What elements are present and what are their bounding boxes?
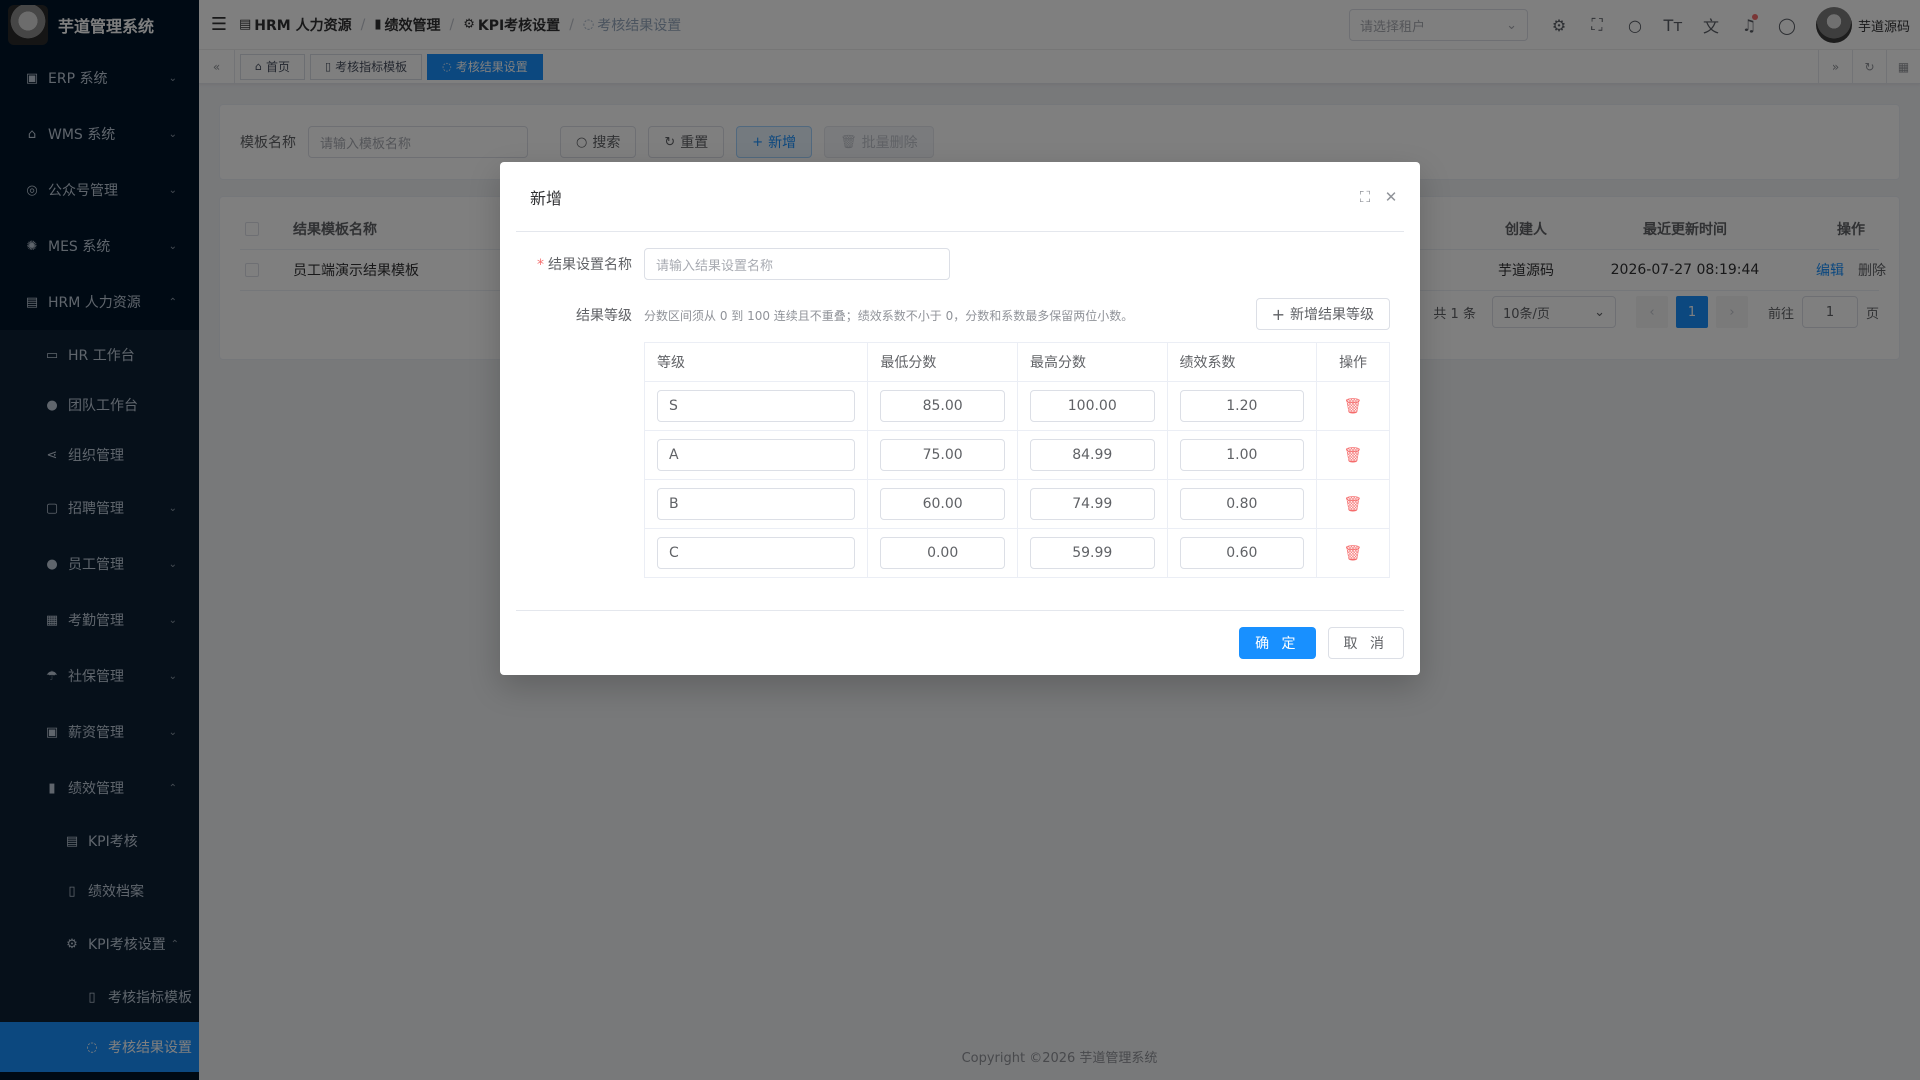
min-score-input[interactable]: 0.00 [880,537,1005,569]
header-coefficient: 绩效系数 [1167,343,1318,382]
coef-cell: 0.60 [1167,529,1318,578]
level-label: 结果等级 [576,308,632,324]
level-input[interactable]: C [657,537,856,569]
trash-icon[interactable]: 🗑 [1344,397,1363,415]
plus-icon: + [1271,304,1285,324]
button-label: 新增结果等级 [1290,307,1374,323]
close-icon[interactable]: ✕ [1378,188,1404,206]
level-cell: B [645,480,869,529]
op-cell: 🗑 [1317,382,1389,431]
min-cell: 85.00 [868,382,1018,431]
coef-cell: 1.20 [1167,382,1318,431]
min-cell: 60.00 [868,480,1018,529]
label-text: 结果设置名称 [548,257,632,273]
level-cell: A [645,431,869,480]
min-score-input[interactable]: 85.00 [880,390,1005,422]
max-cell: 74.99 [1017,480,1168,529]
header-op: 操作 [1317,343,1389,382]
result-name-input[interactable]: 请输入结果设置名称 [644,248,950,280]
input-placeholder: 请输入结果设置名称 [656,258,774,274]
level-form-row: 结果等级 分数区间须从 0 到 100 连续且不重叠；绩效系数不小于 0，分数和… [530,298,1390,332]
name-form-row: * 结果设置名称 请输入结果设置名称 [530,248,1390,280]
min-cell: 0.00 [868,529,1018,578]
coefficient-input[interactable]: 0.80 [1179,488,1305,520]
level-row: A 75.00 84.99 1.00 🗑 [645,431,1389,480]
add-level-button[interactable]: + 新增结果等级 [1255,298,1390,330]
confirm-button[interactable]: 确 定 [1239,627,1316,659]
max-score-input[interactable]: 59.99 [1029,537,1155,569]
coef-cell: 1.00 [1167,431,1318,480]
level-input[interactable]: A [657,439,856,471]
trash-icon[interactable]: 🗑 [1344,446,1363,464]
level-row: C 0.00 59.99 0.60 🗑 [645,529,1389,578]
max-score-input[interactable]: 100.00 [1029,390,1155,422]
coefficient-input[interactable]: 0.60 [1179,537,1305,569]
coef-cell: 0.80 [1167,480,1318,529]
dialog-footer: 确 定 取 消 [516,610,1404,675]
max-cell: 59.99 [1017,529,1168,578]
trash-icon[interactable]: 🗑 [1344,495,1363,513]
min-score-input[interactable]: 60.00 [880,488,1005,520]
trash-icon[interactable]: 🗑 [1344,544,1363,562]
level-row: S 85.00 100.00 1.20 🗑 [645,382,1389,431]
coefficient-input[interactable]: 1.00 [1179,439,1305,471]
min-cell: 75.00 [868,431,1018,480]
add-dialog: 新增 ⛶ ✕ * 结果设置名称 请输入结果设置名称 结果等级 分数区间须从 0 到… [500,162,1420,675]
level-hint: 分数区间须从 0 到 100 连续且不重叠；绩效系数不小于 0，分数和系数最多保… [644,308,1134,323]
max-score-input[interactable]: 84.99 [1029,439,1155,471]
min-score-input[interactable]: 75.00 [880,439,1005,471]
level-input[interactable]: B [657,488,856,520]
op-cell: 🗑 [1317,431,1389,480]
max-score-input[interactable]: 74.99 [1029,488,1155,520]
coefficient-input[interactable]: 1.20 [1179,390,1305,422]
header-min-score: 最低分数 [868,343,1018,382]
level-row: B 60.00 74.99 0.80 🗑 [645,480,1389,529]
dialog-title: 新增 [530,188,563,208]
header-level: 等级 [645,343,869,382]
level-cell: S [645,382,869,431]
level-cell: C [645,529,869,578]
dialog-body: * 结果设置名称 请输入结果设置名称 结果等级 分数区间须从 0 到 100 连续… [500,232,1420,578]
required-mark: * [537,257,544,273]
cancel-button[interactable]: 取 消 [1327,627,1404,659]
level-table: 等级 最低分数 最高分数 绩效系数 操作 S 85.00 100.00 1.20… [644,342,1390,578]
header-max-score: 最高分数 [1017,343,1168,382]
dialog-header: 新增 ⛶ ✕ [516,162,1404,232]
level-table-header: 等级 最低分数 最高分数 绩效系数 操作 [645,343,1389,382]
name-label: * 结果设置名称 [530,254,644,274]
op-cell: 🗑 [1317,529,1389,578]
op-cell: 🗑 [1317,480,1389,529]
fullscreen-icon[interactable]: ⛶ [1352,188,1378,206]
level-input[interactable]: S [657,390,856,422]
max-cell: 100.00 [1017,382,1168,431]
dialog-actions: ⛶ ✕ [1352,162,1404,232]
max-cell: 84.99 [1017,431,1168,480]
